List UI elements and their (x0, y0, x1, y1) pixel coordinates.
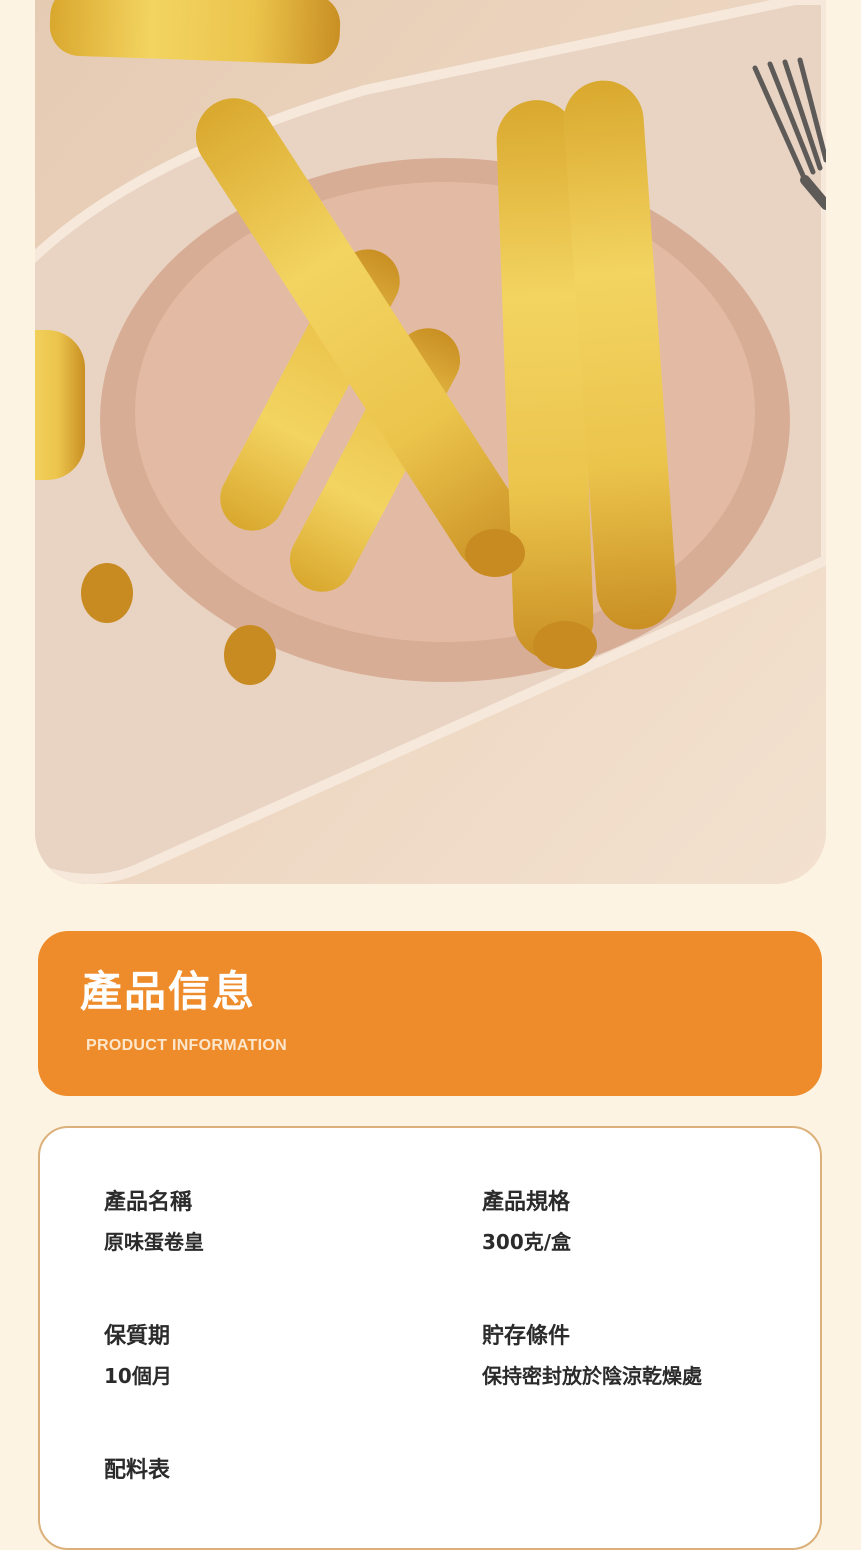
shelf-life-label: 保質期 (104, 1324, 171, 1349)
field-ingredients: 配料表 (104, 1458, 170, 1484)
egg-roll-illustration (35, 0, 826, 884)
storage-label: 貯存條件 (482, 1324, 571, 1349)
product-name-value: 原味蛋卷皇 (104, 1230, 204, 1255)
banner-title: 產品信息 (80, 967, 257, 1016)
field-product-spec: 產品規格 300克/盒 (482, 1190, 571, 1254)
ingredients-label: 配料表 (104, 1458, 171, 1483)
field-storage: 貯存條件 保持密封放於陰涼乾燥處 (482, 1324, 702, 1388)
product-name-label: 產品名稱 (104, 1190, 193, 1215)
product-info-card: 產品名稱 原味蛋卷皇 產品規格 300克/盒 保質期 10個月 貯存條件 保持密… (38, 1126, 822, 1550)
product-spec-label: 產品規格 (482, 1190, 571, 1215)
product-info-banner: 產品信息 PRODUCT INFORMATION (38, 931, 822, 1096)
field-product-name: 產品名稱 原味蛋卷皇 (104, 1190, 204, 1254)
product-photo (35, 0, 826, 884)
storage-value: 保持密封放於陰涼乾燥處 (482, 1364, 702, 1389)
banner-subtitle: PRODUCT INFORMATION (86, 1037, 287, 1054)
product-spec-value: 300克/盒 (482, 1230, 572, 1255)
shelf-life-value: 10個月 (104, 1364, 172, 1389)
field-shelf-life: 保質期 10個月 (104, 1324, 172, 1388)
